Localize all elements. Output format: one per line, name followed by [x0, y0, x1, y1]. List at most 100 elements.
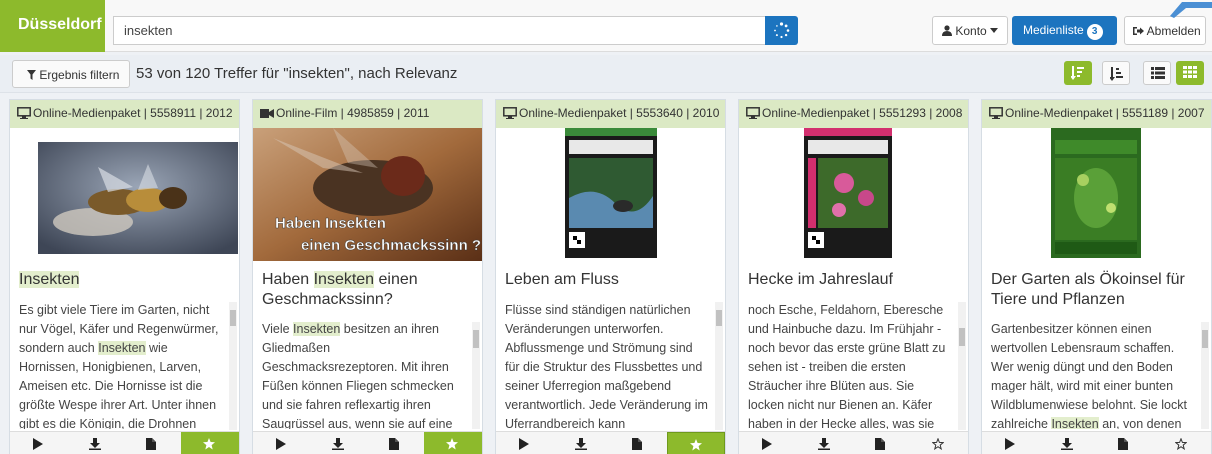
- play-button[interactable]: [739, 432, 796, 454]
- media-card[interactable]: Online-Medienpaket | 5558911 | 2012 Inse…: [9, 99, 240, 454]
- thumbnail-caption: einen Geschmackssinn ?: [301, 237, 481, 254]
- download-icon: [332, 438, 344, 450]
- card-actions: [10, 431, 239, 454]
- download-button[interactable]: [310, 432, 367, 454]
- details-button[interactable]: [1096, 432, 1153, 454]
- download-button[interactable]: [796, 432, 853, 454]
- card-actions: [982, 431, 1211, 454]
- search-input[interactable]: insekten: [113, 16, 765, 45]
- details-button[interactable]: [124, 432, 181, 454]
- document-icon: [146, 438, 156, 450]
- sort-desc-button[interactable]: [1064, 61, 1092, 85]
- card-meta: Online-Film | 4985859 | 2011: [276, 106, 430, 120]
- favorite-button[interactable]: [910, 432, 968, 454]
- pointer-arrow-icon: [1170, 2, 1212, 18]
- document-icon: [389, 438, 399, 450]
- card-actions: [496, 431, 725, 454]
- media-card[interactable]: Online-Film | 4985859 | 2011 Haben Insek…: [252, 99, 483, 454]
- download-button[interactable]: [67, 432, 124, 454]
- play-button[interactable]: [10, 432, 67, 454]
- search-button[interactable]: [765, 16, 798, 45]
- details-button[interactable]: [610, 432, 667, 454]
- card-thumbnail[interactable]: Haben Insekten einen Geschmackssinn ?: [253, 128, 482, 261]
- download-icon: [1061, 438, 1073, 450]
- medienliste-label: Medienliste: [1023, 23, 1084, 37]
- play-icon: [519, 438, 529, 450]
- card-thumbnail[interactable]: [10, 128, 239, 261]
- favorite-button[interactable]: [181, 432, 239, 454]
- card-header: Online-Medienpaket | 5551293 | 2008: [739, 100, 968, 128]
- card-title[interactable]: Insekten: [19, 270, 231, 290]
- card-description: Es gibt viele Tiere im Garten, nicht nur…: [19, 303, 219, 429]
- thumbnail-caption: Haben Insekten: [275, 215, 386, 232]
- card-thumbnail[interactable]: [739, 128, 968, 261]
- list-view-icon: [1151, 67, 1165, 79]
- sort-ascending-icon: [1110, 67, 1123, 81]
- wasp-photo: [38, 142, 238, 254]
- search-highlight: Insekten: [293, 322, 341, 336]
- card-meta: Online-Medienpaket | 5551293 | 2008: [762, 106, 963, 120]
- card-description: Flüsse sind ständigen natürlichen Veränd…: [505, 303, 708, 429]
- download-button[interactable]: [553, 432, 610, 454]
- card-header: Online-Film | 4985859 | 2011: [253, 100, 482, 128]
- media-card[interactable]: Online-Medienpaket | 5551189 | 2007 Der …: [981, 99, 1212, 454]
- download-button[interactable]: [1039, 432, 1096, 454]
- film-camera-icon: [260, 109, 274, 118]
- download-icon: [818, 438, 830, 450]
- sort-asc-button[interactable]: [1102, 61, 1130, 85]
- play-button[interactable]: [496, 432, 553, 454]
- spinner-icon: [774, 22, 790, 39]
- description-scrollbar[interactable]: [1201, 322, 1209, 429]
- star-icon: [446, 438, 458, 450]
- search-highlight: Insekten: [19, 271, 80, 288]
- play-icon: [1005, 438, 1015, 450]
- favorite-button[interactable]: [424, 432, 482, 454]
- konto-label: Konto: [955, 24, 987, 38]
- abmelden-button[interactable]: Abmelden: [1124, 16, 1206, 45]
- fly-video-still: Haben Insekten einen Geschmackssinn ?: [253, 128, 482, 261]
- favorite-button[interactable]: [1153, 432, 1211, 454]
- list-view-button[interactable]: [1143, 61, 1171, 85]
- description-scrollbar[interactable]: [958, 302, 966, 430]
- filter-button[interactable]: Ergebnis filtern: [12, 60, 130, 88]
- document-icon: [875, 438, 885, 450]
- card-title[interactable]: Der Garten als Ökoinsel für Tiere und Pf…: [991, 270, 1203, 310]
- monitor-icon: [503, 107, 517, 119]
- monitor-icon: [989, 107, 1003, 119]
- play-icon: [33, 438, 43, 450]
- card-thumbnail[interactable]: [496, 128, 725, 261]
- description-scrollbar[interactable]: [472, 322, 480, 429]
- card-meta: Online-Medienpaket | 5558911 | 2012: [33, 106, 233, 120]
- details-button[interactable]: [367, 432, 424, 454]
- brand-logo[interactable]: Düsseldorf: [0, 0, 105, 52]
- card-actions: [253, 431, 482, 454]
- search-highlight: Insekten: [313, 271, 375, 288]
- search-highlight: Insekten: [1051, 417, 1099, 429]
- star-icon: [203, 438, 215, 450]
- description-scrollbar[interactable]: [229, 302, 237, 430]
- media-card[interactable]: Online-Medienpaket | 5551293 | 2008 Heck…: [738, 99, 969, 454]
- download-icon: [575, 438, 587, 450]
- sort-descending-icon: [1071, 66, 1084, 80]
- card-title[interactable]: Leben am Fluss: [505, 270, 717, 290]
- card-header: Online-Medienpaket | 5551189 | 2007: [982, 100, 1211, 128]
- card-title[interactable]: Hecke im Jahreslauf: [748, 270, 960, 290]
- abmelden-label: Abmelden: [1146, 24, 1201, 38]
- grid-view-button[interactable]: [1176, 61, 1204, 85]
- details-button[interactable]: [853, 432, 910, 454]
- play-button[interactable]: [253, 432, 310, 454]
- card-header: Online-Medienpaket | 5553640 | 2010: [496, 100, 725, 128]
- card-title[interactable]: Haben Insekten einen Geschmackssinn?: [262, 270, 474, 310]
- play-button[interactable]: [982, 432, 1039, 454]
- medienliste-button[interactable]: Medienliste 3: [1012, 16, 1117, 45]
- card-thumbnail[interactable]: [982, 128, 1211, 261]
- konto-button[interactable]: Konto: [932, 16, 1008, 45]
- filter-bar: Ergebnis filtern 53 von 120 Treffer für …: [0, 55, 1212, 93]
- description-scrollbar[interactable]: [715, 302, 723, 430]
- star-outline-icon: [1175, 438, 1187, 450]
- favorite-button[interactable]: [667, 432, 725, 454]
- grid-view-icon: [1183, 66, 1197, 78]
- star-icon: [690, 439, 702, 451]
- media-card[interactable]: Online-Medienpaket | 5553640 | 2010 Lebe…: [495, 99, 726, 454]
- card-description: Gartenbesitzer können einen wertvollen L…: [991, 322, 1187, 429]
